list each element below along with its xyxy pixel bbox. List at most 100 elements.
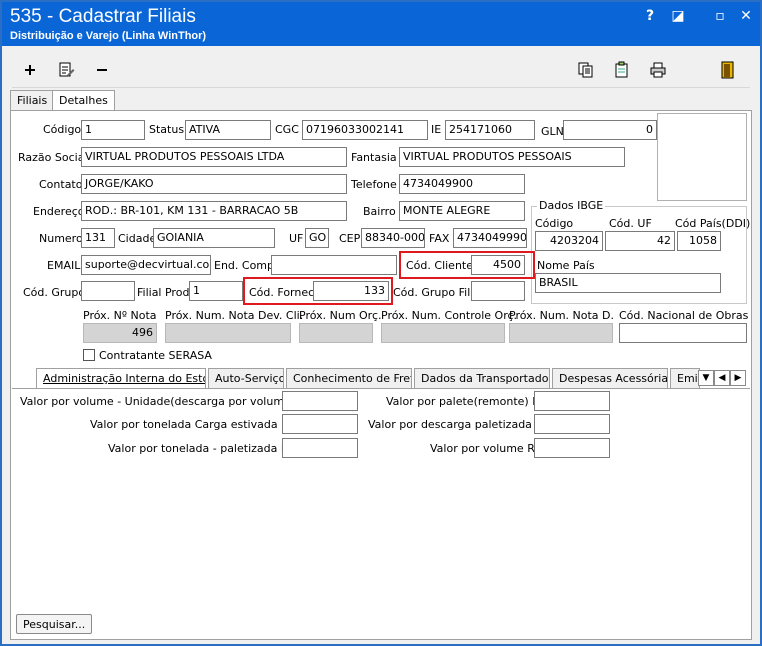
fax-field[interactable]: 4734049990 [453, 228, 527, 248]
serasa-checkbox[interactable] [83, 349, 95, 361]
numero-field[interactable]: 131 [81, 228, 115, 248]
filialprod-label: Filial Prod. [137, 286, 193, 299]
email-field[interactable]: suporte@decvirtual.com.b [81, 255, 211, 275]
estoque-right-field-2[interactable] [534, 438, 610, 458]
ibge-nomepais-field[interactable]: BRASIL [535, 273, 721, 293]
endcomp-field[interactable] [271, 255, 397, 275]
uf-label: UF [289, 232, 304, 245]
ie-field[interactable]: 254171060 [445, 120, 535, 140]
maximize-icon[interactable]: ▫ [712, 8, 728, 24]
estoque-right-label-2: Valor por volume R$: [430, 442, 546, 455]
title-bar: 535 - Cadastrar Filiais Distribuição e V… [2, 2, 760, 46]
print-icon[interactable] [648, 60, 668, 80]
fax-label: FAX [429, 232, 450, 245]
estoque-right-label-1: Valor por descarga paletizada R$: [368, 418, 554, 431]
uf-field[interactable]: GO [305, 228, 329, 248]
prox-orc-field [299, 323, 373, 343]
close-icon[interactable]: ✕ [738, 8, 754, 24]
tabs-divider [12, 388, 750, 389]
status-field[interactable]: ATIVA [185, 120, 271, 140]
status-label: Status [149, 123, 185, 136]
estoque-left-label-1: Valor por tonelada Carga estivada R$: [90, 418, 300, 431]
remove-icon[interactable] [92, 60, 112, 80]
razao-field[interactable]: VIRTUAL PRODUTOS PESSOAIS LTDA [81, 147, 347, 167]
window-subtitle: Distribuição e Varejo (Linha WinThor) [10, 30, 207, 42]
prox-notadev-label: Próx. Num. Nota Dev. Cli. [165, 309, 304, 322]
ibge-nomepais-label: Nome País [537, 259, 595, 272]
cod-obras-label: Cód. Nacional de Obras [619, 309, 749, 322]
sub-tabs: Administração Interna do Estoque Auto-Se… [30, 368, 748, 389]
restore-icon[interactable]: ◪ [670, 8, 686, 24]
codcliente-field[interactable]: 4500 [471, 255, 525, 275]
tabs-dropdown-icon[interactable]: ▼ [698, 370, 714, 386]
cidade-label: Cidade [118, 232, 157, 245]
tabs-prev-icon[interactable]: ◀ [714, 370, 730, 386]
exit-icon[interactable] [718, 60, 738, 80]
prox-orc-label: Próx. Num Orç. [299, 309, 382, 322]
telefone-label: Telefone [351, 178, 397, 191]
ibge-coduf-label: Cód. UF [609, 217, 652, 230]
pesquisar-button[interactable]: Pesquisar... [16, 614, 93, 634]
tab-detalhes[interactable]: Detalhes [52, 90, 115, 112]
numero-label: Numero [39, 232, 83, 245]
edit-icon[interactable] [56, 60, 76, 80]
clipboard-icon[interactable] [612, 60, 632, 80]
telefone-field[interactable]: 4734049900 [399, 174, 525, 194]
estoque-right-field-1[interactable] [534, 414, 610, 434]
main-window: 535 - Cadastrar Filiais Distribuição e V… [0, 0, 762, 646]
tab-conhecimento-frete[interactable]: Conhecimento de Frete [286, 368, 412, 388]
bairro-label: Bairro [363, 205, 396, 218]
codgrupofilial-field[interactable] [471, 281, 525, 301]
estoque-right-field-0[interactable] [534, 391, 610, 411]
gln-field[interactable]: 0 [563, 120, 657, 140]
bairro-field[interactable]: MONTE ALEGRE [399, 201, 525, 221]
help-icon[interactable]: ? [642, 8, 658, 24]
estoque-left-label-2: Valor por tonelada - paletizada R$: [108, 442, 300, 455]
ibge-group-label: Dados IBGE [537, 199, 606, 212]
tab-emiss[interactable]: Emiss [670, 368, 700, 388]
codfornec-field[interactable]: 133 [313, 281, 389, 301]
contato-field[interactable]: JORGE/KAKO [81, 174, 347, 194]
fantasia-field[interactable]: VIRTUAL PRODUTOS PESSOAIS [399, 147, 625, 167]
codgrupo-label: Cód. Grupo [23, 286, 86, 299]
copy-icon[interactable] [576, 60, 596, 80]
ibge-codpais-label: Cód País(DDI) [675, 217, 751, 230]
estoque-left-field-0[interactable] [282, 391, 358, 411]
tab-dados-transportadora[interactable]: Dados da Transportadora [414, 368, 550, 388]
toolbar [12, 52, 750, 88]
filialprod-field[interactable]: 1 [189, 281, 243, 301]
tab-despesas-acessorias[interactable]: Despesas Acessórias [552, 368, 668, 388]
ibge-codpais-field[interactable]: 1058 [677, 231, 721, 251]
ibge-codigo-label: Código [535, 217, 574, 230]
endcomp-label: End. Comp. [214, 259, 278, 272]
tab-filiais[interactable]: Filiais [10, 90, 55, 110]
cep-label: CEP [339, 232, 361, 245]
cep-field[interactable]: 88340-000 [361, 228, 425, 248]
estoque-left-field-1[interactable] [282, 414, 358, 434]
razao-label: Razão Social [18, 151, 88, 164]
cidade-field[interactable]: GOIANIA [153, 228, 275, 248]
endereco-field[interactable]: ROD.: BR-101, KM 131 - BARRACAO 5B [81, 201, 347, 221]
photo-box [657, 113, 747, 201]
codgrupo-field[interactable] [81, 281, 135, 301]
prox-nota-label: Próx. Nº Nota [83, 309, 157, 322]
tab-auto-servico[interactable]: Auto-Serviço [208, 368, 284, 388]
prox-notadev-field [165, 323, 291, 343]
cod-obras-field[interactable] [619, 323, 747, 343]
ibge-codigo-field[interactable]: 4203204 [535, 231, 603, 251]
add-icon[interactable] [20, 60, 40, 80]
tabs-next-icon[interactable]: ▶ [730, 370, 746, 386]
prox-notad-field [509, 323, 613, 343]
prox-notad-label: Próx. Num. Nota D. [509, 309, 614, 322]
tab-admin-estoque[interactable]: Administração Interna do Estoque [36, 368, 206, 389]
cgc-field[interactable]: 07196033002141 [302, 120, 428, 140]
serasa-label: Contratante SERASA [99, 349, 212, 362]
estoque-left-field-2[interactable] [282, 438, 358, 458]
codigo-label: Código [43, 123, 82, 136]
prox-controle-field [381, 323, 505, 343]
endereco-label: Endereço [33, 205, 85, 218]
cgc-label: CGC [275, 123, 299, 136]
ibge-coduf-field[interactable]: 42 [605, 231, 675, 251]
codgrupofilial-label: Cód. Grupo Filial [393, 286, 484, 299]
codigo-field[interactable]: 1 [81, 120, 145, 140]
